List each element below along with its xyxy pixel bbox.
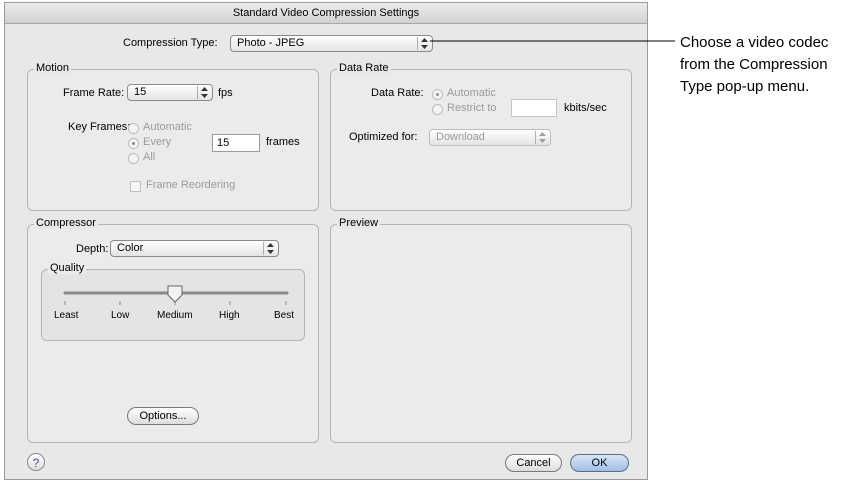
key-frames-all-radio[interactable]: [128, 153, 139, 164]
callout-line-2: from the Compression: [680, 56, 828, 73]
data-rate-restrict-label: Restrict to: [447, 102, 497, 114]
compression-type-popup[interactable]: Photo - JPEG: [230, 35, 433, 52]
callout-line-1: Choose a video codec: [680, 34, 829, 51]
quality-slider[interactable]: [49, 285, 299, 309]
key-frames-all-label: All: [143, 151, 156, 163]
motion-legend: Motion: [34, 62, 72, 74]
options-button[interactable]: Options...: [127, 407, 199, 425]
depth-label: Depth:: [76, 243, 109, 255]
key-frames-every-radio[interactable]: [128, 138, 139, 149]
data-rate-automatic-radio[interactable]: [432, 89, 443, 100]
callout-line-3: Type pop-up menu.: [680, 78, 810, 95]
depth-value: Color: [117, 242, 144, 254]
frame-rate-unit: fps: [218, 87, 233, 99]
compression-type-label: Compression Type:: [123, 37, 218, 49]
preview-group: Preview: [330, 217, 632, 443]
compressor-legend: Compressor: [34, 217, 98, 229]
frame-rate-popup[interactable]: 15: [127, 84, 213, 101]
data-rate-unit: kbits/sec: [564, 102, 607, 114]
quality-tick-best: Best: [274, 310, 295, 321]
frame-reordering-label: Frame Reordering: [146, 179, 236, 191]
quality-tick-high: High: [219, 310, 240, 321]
quality-tick-least: Least: [54, 310, 79, 321]
popup-arrows-icon: [197, 86, 211, 99]
optimized-for-popup[interactable]: Download: [429, 129, 551, 146]
key-frames-interval-field[interactable]: 15: [212, 134, 260, 152]
frame-rate-label: Frame Rate:: [63, 87, 125, 99]
popup-arrows-icon: [417, 37, 431, 50]
compression-type-value: Photo - JPEG: [237, 37, 305, 49]
quality-tick-low: Low: [111, 310, 130, 321]
popup-arrows-icon: [535, 131, 549, 144]
ok-button[interactable]: OK: [570, 454, 629, 472]
key-frames-every-label: Every: [143, 136, 172, 148]
quality-tick-medium: Medium: [157, 310, 193, 321]
optimized-for-label: Optimized for:: [349, 131, 418, 143]
data-rate-restrict-radio[interactable]: [432, 104, 443, 115]
quality-slider-knob: [167, 285, 183, 303]
optimized-for-value: Download: [436, 131, 485, 143]
key-frames-automatic-label: Automatic: [143, 121, 192, 133]
frame-rate-value: 15: [134, 86, 147, 98]
dialog-title: Standard Video Compression Settings: [5, 3, 647, 24]
compression-settings-dialog: Standard Video Compression Settings Comp…: [4, 2, 648, 480]
data-rate-label: Data Rate:: [371, 87, 424, 99]
key-frames-label: Key Frames:: [68, 121, 131, 133]
preview-legend: Preview: [337, 217, 381, 229]
key-frames-automatic-radio[interactable]: [128, 123, 139, 134]
depth-popup[interactable]: Color: [110, 240, 279, 257]
data-rate-automatic-label: Automatic: [447, 87, 496, 99]
popup-arrows-icon: [263, 242, 277, 255]
help-button[interactable]: ?: [27, 453, 45, 471]
key-frames-unit: frames: [266, 136, 300, 148]
quality-legend: Quality: [48, 262, 87, 274]
callout-text: Choose a video codec from the Compressio…: [680, 32, 865, 98]
data-rate-restrict-field[interactable]: [511, 99, 557, 117]
frame-reordering-checkbox[interactable]: [130, 181, 141, 192]
callout-leader-line: [430, 40, 675, 42]
data-rate-legend: Data Rate: [337, 62, 391, 74]
cancel-button[interactable]: Cancel: [505, 454, 562, 472]
